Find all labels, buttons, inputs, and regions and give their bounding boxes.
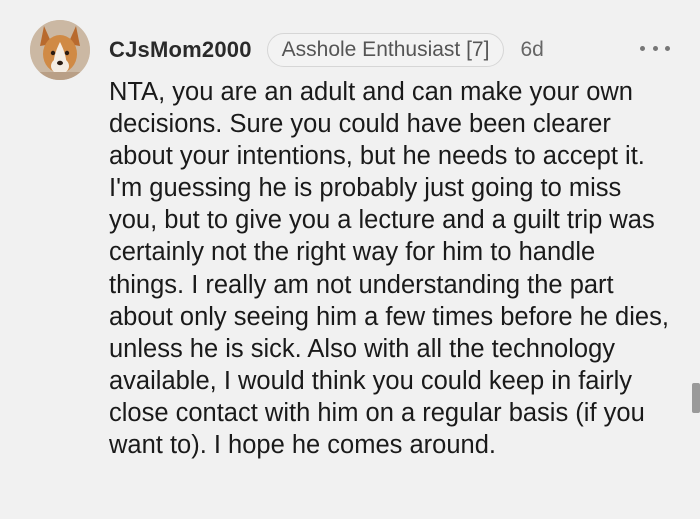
user-flair: Asshole Enthusiast [7]: [266, 33, 505, 67]
more-dot: [652, 45, 658, 51]
more-options-icon[interactable]: [640, 38, 670, 58]
dog-avatar-icon: [30, 20, 90, 80]
scrollbar-thumb[interactable]: [692, 383, 700, 413]
more-dot: [640, 45, 645, 51]
username[interactable]: CJsMom2000: [109, 37, 252, 63]
avatar[interactable]: [30, 20, 90, 80]
more-dot: [665, 45, 670, 51]
comment-body: NTA, you are an adult and can make your …: [109, 78, 669, 460]
comment-age: 6d: [520, 38, 544, 61]
comment-header: CJsMom2000 Asshole Enthusiast [7] 6d: [109, 32, 544, 68]
comment-card: CJsMom2000 Asshole Enthusiast [7] 6d NTA…: [0, 0, 700, 519]
